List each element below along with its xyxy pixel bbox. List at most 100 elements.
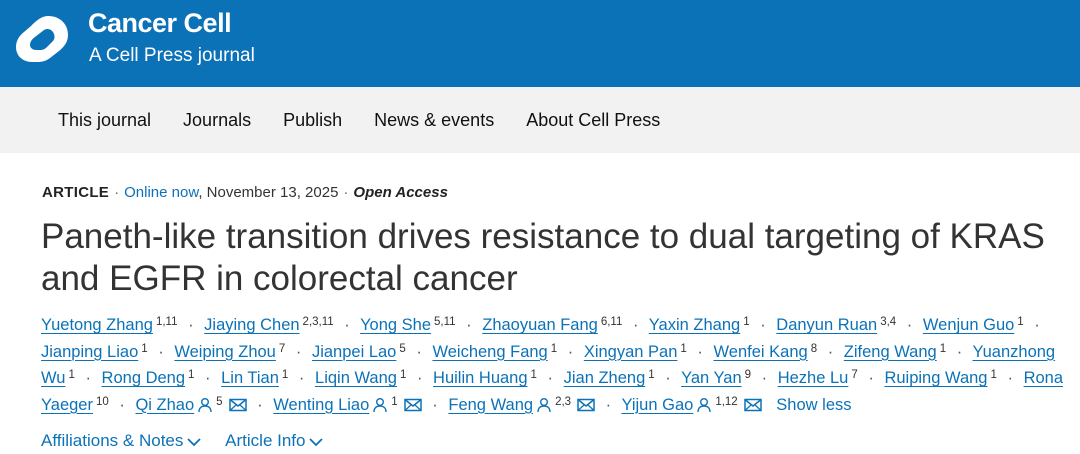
separator-dot: · [1034, 316, 1040, 334]
author-entry: Zhaoyuan Fang 6,11 [482, 316, 622, 334]
author-entry: Wenjun Guo 1 [923, 316, 1024, 334]
author-entry: Yuetong Zhang 1,11 [41, 316, 177, 334]
envelope-icon[interactable] [403, 398, 422, 412]
open-access-label: Open Access [353, 184, 448, 201]
author-entry: Ruiping Wang 1 [884, 369, 996, 387]
author-entry: Jianping Liao 1 [41, 343, 148, 361]
journal-name[interactable]: Cancer Cell [88, 8, 232, 39]
separator-dot: · [632, 316, 639, 334]
author-entry: Yan Yan 9 [681, 369, 751, 387]
separator-dot: · [257, 395, 263, 414]
author-name[interactable]: Jian Zheng [564, 369, 646, 387]
nav-this-journal[interactable]: This journal [58, 110, 151, 131]
affiliation-superscript: 1,11 [155, 316, 178, 328]
chevron-down-icon [187, 437, 202, 446]
nav-news-events[interactable]: News & events [374, 110, 494, 131]
article-info-toggle[interactable]: Article Info [225, 431, 324, 450]
article-info-label: Article Info [225, 431, 306, 450]
author-name[interactable]: Weiping Zhou [174, 343, 276, 361]
author-name[interactable]: Yan Yan [681, 369, 742, 387]
affiliation-superscript: 10 [95, 395, 109, 408]
author-name[interactable]: Yaxin Zhang [649, 316, 740, 334]
nav-about-cell-press[interactable]: About Cell Press [526, 110, 660, 131]
author-entry: Jiaying Chen 2,3,11 [204, 316, 334, 334]
affiliation-superscript: 1 [990, 369, 997, 381]
separator-dot: · [760, 316, 766, 334]
author-name[interactable]: Jianpei Lao [312, 343, 396, 361]
author-name[interactable]: Ruiping Wang [884, 369, 987, 387]
person-icon[interactable] [696, 397, 712, 413]
nav-journals[interactable]: Journals [183, 110, 251, 131]
author-list: Yuetong Zhang 1,11 · Jiaying Chen 2,3,11 ·… [41, 312, 1080, 418]
author-name[interactable]: Hezhe Lu [778, 369, 849, 387]
separator-dot: · [295, 342, 302, 361]
affiliation-superscript: 1 [281, 369, 289, 381]
author-entry: Jianpei Lao 5 [312, 343, 406, 361]
author-name[interactable]: Qi Zhao [135, 396, 194, 414]
author-name[interactable]: Wenjun Guo [923, 316, 1014, 334]
author-entry: Feng Wang 2,3 [448, 396, 595, 414]
author-name[interactable]: Liqin Wang [315, 369, 397, 387]
separator-dot: · [1007, 369, 1013, 387]
affiliation-superscript: 5 [216, 395, 223, 408]
author-entry: Wenfei Kang 8 [714, 343, 818, 361]
person-icon[interactable] [197, 397, 213, 413]
nav-publish[interactable]: Publish [283, 110, 342, 131]
separator-dot: · [466, 316, 472, 334]
affiliations-notes-toggle[interactable]: Affiliations & Notes [41, 431, 202, 450]
affiliation-superscript: 1 [939, 342, 947, 355]
separator-dot: · [119, 395, 125, 414]
person-icon[interactable] [372, 397, 388, 413]
separator-dot: · [432, 395, 438, 414]
article-type: ARTICLE [42, 184, 110, 201]
separator-dot: · [827, 342, 834, 361]
author-entry: Lin Tian 1 [221, 369, 288, 387]
author-name[interactable]: Rong Deng [102, 369, 185, 387]
author-name[interactable]: Jianping Liao [41, 343, 138, 361]
author-name[interactable]: Feng Wang [448, 396, 533, 414]
envelope-icon[interactable] [228, 398, 247, 412]
cell-press-logo-icon[interactable] [8, 10, 72, 74]
author-entry: Xingyan Pan 1 [584, 343, 687, 361]
author-name[interactable]: Jiaying Chen [204, 316, 299, 334]
chevron-down-icon [309, 437, 324, 446]
separator-dot: · [188, 316, 194, 334]
separator-dot: · [868, 369, 874, 387]
author-name[interactable]: Lin Tian [221, 369, 279, 387]
show-less-link[interactable]: Show less [776, 396, 851, 414]
author-name[interactable]: Weicheng Fang [432, 343, 547, 361]
affiliation-superscript: 2,3 [555, 395, 572, 408]
article-meta: ARTICLE · Online now, November 13, 2025 · Op… [42, 184, 448, 201]
envelope-icon[interactable] [577, 398, 595, 412]
author-entry: Liqin Wang 1 [315, 369, 406, 387]
affiliation-superscript: 7 [851, 369, 858, 381]
separator-dot: · [114, 184, 120, 201]
author-name[interactable]: Yijun Gao [621, 396, 693, 414]
author-name[interactable]: Xingyan Pan [584, 343, 678, 361]
article-links: Affiliations & Notes Article Info [41, 431, 343, 451]
affiliations-label: Affiliations & Notes [41, 431, 184, 450]
separator-dot: · [85, 369, 91, 387]
person-icon[interactable] [536, 397, 552, 413]
author-name[interactable]: Yong She [360, 316, 431, 334]
author-name[interactable]: Yuetong Zhang [41, 316, 153, 334]
author-name[interactable]: Wenting Liao [273, 396, 369, 414]
affiliation-superscript: 2,3,11 [302, 316, 334, 328]
online-now-link[interactable]: Online now [124, 184, 198, 201]
envelope-icon[interactable] [743, 398, 762, 412]
author-name[interactable]: Danyun Ruan [776, 316, 877, 334]
author-entry: Yong She 5,11 [360, 316, 456, 334]
affiliation-superscript: 1 [1017, 316, 1024, 328]
affiliation-superscript: 1 [141, 342, 148, 355]
separator-dot: · [158, 342, 164, 361]
author-name[interactable]: Wenfei Kang [714, 343, 808, 361]
affiliation-superscript: 6,11 [600, 316, 623, 328]
author-name[interactable]: Huilin Huang [433, 369, 527, 387]
author-entry: Jian Zheng 1 [564, 369, 655, 387]
author-name[interactable]: Zifeng Wang [844, 343, 937, 361]
author-entry: Weicheng Fang 1 [432, 343, 557, 361]
author-entry: Wenting Liao 1 [273, 396, 422, 414]
affiliation-superscript: 3,4 [880, 316, 897, 328]
author-name[interactable]: Zhaoyuan Fang [482, 316, 598, 334]
site-header: Cancer Cell A Cell Press journal [0, 0, 1080, 87]
